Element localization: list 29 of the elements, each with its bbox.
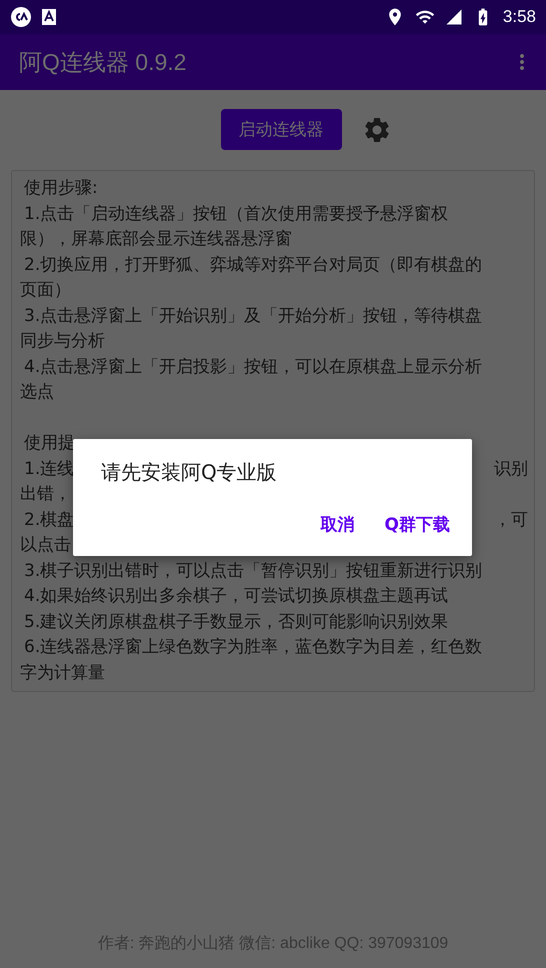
app-title: 阿Q连线器 0.9.2 (19, 48, 188, 76)
instruction-text: 2.切换应用，打开野狐、弈城等对弈平台对局页（即有棋盘的 (23, 254, 482, 276)
instruction-text: 3.点击悬浮窗上「开始识别」及「开始分析」按钮，等待棋盘 (23, 304, 482, 328)
instruction-text: 以点击 (20, 534, 71, 557)
instruction-text: 6.连线器悬浮窗上绿色数字为胜率，蓝色数字为目差，红色数 (23, 636, 482, 659)
instruction-text: 出错， (20, 483, 71, 506)
instruction-text: 4.点击悬浮窗上「开启投影」按钮，可以在原棋盘上显示分析 (23, 356, 482, 378)
instruction-text: 限），屏幕底部会显示连线器悬浮窗 (20, 228, 292, 251)
instruction-text: 3.棋子识别出错时，可以点击「暂停识别」按钮重新进行识别 (23, 560, 482, 582)
app-icon (10, 6, 32, 28)
instruction-text: 页面） (20, 279, 71, 302)
instruction-text: 5.建议关闭原棋盘棋子手数显示，否则可能影响识别效果 (23, 610, 448, 634)
instruction-text: 使用提 (23, 432, 75, 455)
instruction-text: 2.棋盘 (23, 508, 74, 532)
instruction-text: 字为计算量 (20, 662, 105, 684)
dialog-button[interactable]: 取消 (318, 511, 357, 538)
instruction-text: 识别 (494, 458, 528, 480)
instruction-text: 4.如果始终识别出多余棋子，可尝试切换原棋盘主题再试 (23, 585, 448, 608)
notification-icon (42, 9, 56, 25)
instruction-text: 同步与分析 (20, 330, 105, 353)
instruction-text: 使用步骤: (23, 177, 98, 200)
instruction-text: 1.点击「启动连线器」按钮（首次使用需要授予悬浮窗权 (23, 202, 448, 226)
dialog-button[interactable]: Q群下载 (382, 511, 452, 538)
signal-icon (444, 8, 463, 26)
instruction-text: 1.连线 (23, 458, 74, 480)
instruction-text: 选点 (20, 381, 54, 404)
status-time: 3:58 (502, 7, 536, 27)
instruction-text: ，可 (494, 508, 528, 532)
dialog-message: 请先安装阿Q专业版 (101, 459, 277, 486)
